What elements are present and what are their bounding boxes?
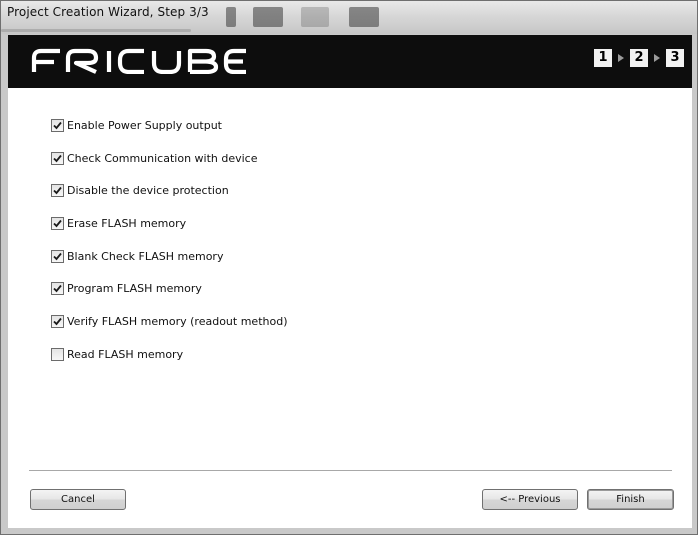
option-blank-check-flash[interactable]: Blank Check FLASH memory <box>51 240 288 273</box>
option-program-flash[interactable]: Program FLASH memory <box>51 272 288 305</box>
option-erase-flash[interactable]: Erase FLASH memory <box>51 207 288 240</box>
step-3-box: 3 <box>666 49 684 67</box>
step-2-box: 2 <box>630 49 648 67</box>
option-enable-power-supply[interactable]: Enable Power Supply output <box>51 109 288 142</box>
background-blur-shape <box>226 7 236 27</box>
footer-separator <box>29 470 672 472</box>
option-label: Verify FLASH memory (readout method) <box>67 314 288 328</box>
background-blur-shape <box>253 7 283 27</box>
options-list: Enable Power Supply output Check Communi… <box>51 109 288 371</box>
checkmark-icon <box>53 285 62 293</box>
step-arrow-icon <box>618 54 624 62</box>
checkmark-icon <box>53 154 62 162</box>
title-bar[interactable]: Project Creation Wizard, Step 3/3 <box>1 1 697 34</box>
option-label: Check Communication with device <box>67 151 258 165</box>
checkmark-icon <box>53 121 62 130</box>
checkmark-icon <box>53 252 62 260</box>
checkbox[interactable] <box>51 216 64 230</box>
option-read-flash[interactable]: Read FLASH memory <box>51 338 288 371</box>
step-indicator: 1 2 3 <box>594 49 684 67</box>
option-label: Program FLASH memory <box>67 282 202 296</box>
option-verify-flash[interactable]: Verify FLASH memory (readout method) <box>51 305 288 338</box>
background-blur-shape <box>349 7 379 27</box>
option-label: Enable Power Supply output <box>67 118 222 132</box>
checkbox[interactable] <box>51 249 64 263</box>
option-label: Erase FLASH memory <box>67 216 187 230</box>
finish-button[interactable]: Finish <box>587 489 674 510</box>
option-label: Blank Check FLASH memory <box>67 249 224 263</box>
checkmark-icon <box>53 219 62 228</box>
header-banner: 1 2 3 <box>8 35 692 88</box>
checkmark-icon <box>53 317 62 326</box>
option-check-communication[interactable]: Check Communication with device <box>51 142 288 175</box>
option-label: Disable the device protection <box>67 184 229 198</box>
fricube-logo <box>31 48 246 74</box>
window-title: Project Creation Wizard, Step 3/3 <box>7 5 209 19</box>
step-arrow-icon <box>654 54 660 62</box>
background-blur-shape <box>301 7 329 27</box>
checkmark-icon <box>53 187 62 195</box>
option-disable-protection[interactable]: Disable the device protection <box>51 174 288 207</box>
background-blur-shape <box>1 29 191 32</box>
checkbox[interactable] <box>51 282 64 296</box>
checkbox[interactable] <box>51 314 64 328</box>
checkbox[interactable] <box>51 184 64 198</box>
step-1-box: 1 <box>594 49 612 67</box>
checkbox[interactable] <box>51 118 64 132</box>
wizard-window: Project Creation Wizard, Step 3/3 1 2 3 … <box>0 0 698 535</box>
options-panel: Enable Power Supply output Check Communi… <box>8 88 692 528</box>
previous-button[interactable]: <-- Previous <box>482 489 578 510</box>
checkbox[interactable] <box>51 347 64 361</box>
option-label: Read FLASH memory <box>67 347 184 361</box>
checkbox[interactable] <box>51 151 64 165</box>
cancel-button[interactable]: Cancel <box>30 489 126 510</box>
